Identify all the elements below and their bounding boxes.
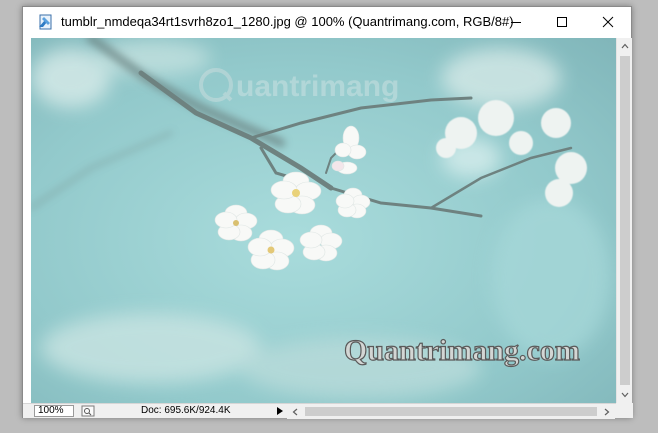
cherry-blossom-photo: uantrimang Quantrimang.com bbox=[31, 38, 616, 403]
chevron-left-icon bbox=[292, 408, 298, 415]
watermark-bottom-text: Quantrimang.com bbox=[344, 334, 580, 367]
scroll-down-button[interactable] bbox=[617, 387, 633, 403]
status-bar: 100% Doc: 695.6K/924.4K bbox=[23, 403, 633, 419]
zoom-level-input[interactable]: 100% bbox=[34, 405, 74, 417]
vertical-scroll-thumb[interactable] bbox=[620, 56, 630, 385]
close-button[interactable] bbox=[585, 7, 631, 36]
close-icon bbox=[602, 16, 614, 27]
document-size-info: Doc: 695.6K/924.4K bbox=[141, 405, 231, 416]
scrollbar-corner bbox=[616, 403, 633, 418]
scroll-right-button[interactable] bbox=[599, 404, 615, 419]
minimize-icon bbox=[511, 21, 521, 23]
title-bar[interactable]: tumblr_nmdeqa34rt1svrh8zo1_1280.jpg @ 10… bbox=[23, 7, 631, 37]
horizontal-scrollbar[interactable] bbox=[287, 404, 615, 419]
triangle-right-icon bbox=[277, 407, 283, 415]
horizontal-scroll-thumb[interactable] bbox=[305, 407, 597, 416]
image-canvas[interactable]: uantrimang Quantrimang.com bbox=[31, 38, 616, 403]
chevron-up-icon bbox=[621, 43, 629, 49]
photoshop-document-icon bbox=[39, 14, 52, 30]
watermark-top-text: uantrimang bbox=[236, 70, 399, 103]
minimize-button[interactable] bbox=[493, 7, 539, 36]
status-menu-button[interactable] bbox=[275, 405, 285, 417]
document-navigator-icon[interactable] bbox=[81, 405, 95, 417]
document-window: tumblr_nmdeqa34rt1svrh8zo1_1280.jpg @ 10… bbox=[22, 6, 633, 419]
maximize-icon bbox=[557, 16, 567, 27]
chevron-down-icon bbox=[621, 392, 629, 398]
scroll-left-button[interactable] bbox=[287, 404, 303, 419]
vertical-scrollbar[interactable] bbox=[616, 38, 632, 403]
chevron-right-icon bbox=[604, 408, 610, 415]
scroll-up-button[interactable] bbox=[617, 38, 633, 54]
maximize-button[interactable] bbox=[539, 7, 585, 36]
window-title: tumblr_nmdeqa34rt1svrh8zo1_1280.jpg @ 10… bbox=[61, 14, 514, 29]
